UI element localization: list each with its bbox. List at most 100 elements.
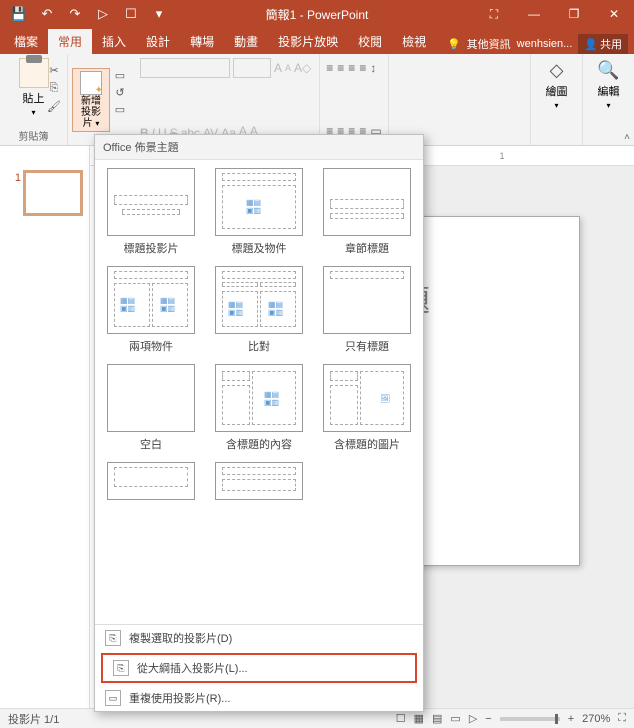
- layout-content-caption[interactable]: ▦▤▣▥ 含標題的內容: [211, 364, 307, 452]
- font-size-combo[interactable]: [233, 58, 271, 78]
- tab-design[interactable]: 設計: [136, 29, 180, 54]
- tab-slideshow[interactable]: 投影片放映: [268, 29, 348, 54]
- clipboard-icon: [19, 58, 49, 88]
- new-slide-button[interactable]: 新增投影片 ▾: [72, 68, 110, 132]
- tab-file[interactable]: 檔案: [4, 29, 48, 54]
- reading-view-button[interactable]: ▭: [450, 712, 460, 725]
- layout-title-content[interactable]: ▦▤▣▥ 標題及物件: [211, 168, 307, 256]
- increase-font-button[interactable]: A: [274, 61, 282, 75]
- tab-insert[interactable]: 插入: [92, 29, 136, 54]
- layout-label: 章節標題: [345, 240, 389, 256]
- restore-button[interactable]: ❐: [554, 0, 594, 28]
- format-painter-button[interactable]: 🖌: [46, 98, 62, 114]
- layout-title-slide[interactable]: 標題投影片: [103, 168, 199, 256]
- layout-label: 標題投影片: [124, 240, 179, 256]
- quick-access-toolbar: 💾 ↶ ↷ ▷ ☐ ▾: [0, 2, 172, 26]
- reuse-icon: ▭: [105, 690, 121, 706]
- normal-view-button[interactable]: ▦: [414, 712, 424, 725]
- new-slide-gallery: Office 佈景主題 標題投影片 ▦▤▣▥ 標題及物件 章節標題: [94, 134, 424, 712]
- ruler-mark: 1: [499, 151, 504, 161]
- ribbon-display-options-button[interactable]: ⛶: [474, 0, 514, 28]
- layout-section-header[interactable]: 章節標題: [319, 168, 415, 256]
- text-direction-button[interactable]: ↕: [370, 61, 376, 75]
- bullets-button[interactable]: ≡: [326, 61, 333, 75]
- layout-label: 含標題的內容: [226, 436, 292, 452]
- slide-thumbnail-1[interactable]: 1: [0, 172, 89, 214]
- notes-button[interactable]: ☐: [396, 712, 406, 725]
- new-slide-label1: 新增: [81, 96, 101, 107]
- font-name-combo[interactable]: [140, 58, 230, 78]
- find-icon[interactable]: 🔍: [597, 60, 619, 81]
- zoom-level[interactable]: 270%: [582, 713, 610, 725]
- fit-to-window-button[interactable]: ⛶: [618, 712, 626, 725]
- tab-transitions[interactable]: 轉場: [180, 29, 224, 54]
- increase-indent-button[interactable]: ≡: [359, 61, 366, 75]
- duplicate-slides-command[interactable]: ⎘ 複製選取的投影片(D): [95, 625, 423, 651]
- shapes-icon[interactable]: ◇: [550, 60, 564, 81]
- decrease-font-button[interactable]: A: [285, 63, 291, 73]
- status-right: ☐ ▦ ▤ ▭ ▷ − + 270% ⛶: [396, 712, 626, 725]
- zoom-slider[interactable]: [500, 717, 560, 721]
- tab-review[interactable]: 校閱: [348, 29, 392, 54]
- chevron-down-icon: ▾: [95, 119, 99, 128]
- share-button[interactable]: 👤共用: [578, 34, 628, 54]
- layout-blank[interactable]: 空白: [103, 364, 199, 452]
- tab-home[interactable]: 常用: [48, 29, 92, 54]
- gallery-header: Office 佈景主題: [95, 135, 423, 160]
- duplicate-label: 複製選取的投影片(D): [129, 630, 232, 646]
- numbering-button[interactable]: ≡: [337, 61, 344, 75]
- layout-button[interactable]: ▭: [112, 68, 128, 84]
- zoom-in-button[interactable]: +: [568, 713, 574, 725]
- chevron-down-icon: ▾: [31, 108, 35, 117]
- slide-thumbnail-panel: 1: [0, 146, 90, 708]
- tell-me-label[interactable]: 其他資訊: [467, 36, 511, 52]
- share-icon: 👤: [584, 38, 598, 51]
- redo-button[interactable]: ↷: [62, 2, 88, 26]
- layout-label: 空白: [140, 436, 162, 452]
- qat-customize-icon[interactable]: ▾: [146, 2, 172, 26]
- reuse-slides-command[interactable]: ▭ 重複使用投影片(R)...: [95, 685, 423, 711]
- collapse-ribbon-button[interactable]: ˄: [624, 132, 630, 143]
- start-slideshow-button[interactable]: ▷: [90, 2, 116, 26]
- clipboard-side: ✂ ⎘ 🖌: [46, 62, 62, 114]
- tab-animations[interactable]: 動畫: [224, 29, 268, 54]
- undo-button[interactable]: ↶: [34, 2, 60, 26]
- clear-format-button[interactable]: A◇: [294, 61, 311, 75]
- copy-button[interactable]: ⎘: [46, 80, 62, 96]
- window-controls: ⛶ — ❐ ✕: [474, 0, 634, 28]
- minimize-button[interactable]: —: [514, 0, 554, 28]
- layout-title-only[interactable]: 只有標題: [319, 266, 415, 354]
- save-button[interactable]: 💾: [6, 2, 32, 26]
- from-outline-label: 從大綱插入投影片(L)...: [137, 660, 248, 676]
- layout-label: 兩項物件: [129, 338, 173, 354]
- layout-extra-1[interactable]: [103, 462, 199, 500]
- slideshow-view-button[interactable]: ▷: [469, 712, 477, 725]
- decrease-indent-button[interactable]: ≡: [348, 61, 355, 75]
- touch-mode-button[interactable]: ☐: [118, 2, 144, 26]
- layout-comparison[interactable]: ▦▤▣▥ ▦▤▣▥ 比對: [211, 266, 307, 354]
- clipboard-group-label: 剪貼簿: [6, 126, 61, 143]
- editing-label[interactable]: 編輯: [598, 83, 620, 99]
- reset-button[interactable]: ↺: [112, 85, 128, 101]
- tab-view[interactable]: 檢視: [392, 29, 436, 54]
- sorter-view-button[interactable]: ▤: [432, 712, 442, 725]
- new-slide-icon: [80, 71, 102, 95]
- zoom-out-button[interactable]: −: [485, 713, 491, 725]
- tell-me-icon[interactable]: 💡: [447, 38, 461, 51]
- duplicate-icon: ⎘: [105, 630, 121, 646]
- layout-picture-caption[interactable]: 🖼 含標題的圖片: [319, 364, 415, 452]
- cut-button[interactable]: ✂: [46, 62, 62, 78]
- layout-extra-2[interactable]: [211, 462, 307, 500]
- ribbon: 貼上 ▾ ✂ ⎘ 🖌 剪貼簿 新增投影片 ▾ ▭ ↺ ▭ A A: [0, 54, 634, 146]
- section-button[interactable]: ▭: [112, 102, 128, 118]
- layout-label: 只有標題: [345, 338, 389, 354]
- layout-two-content[interactable]: ▦▤▣▥ ▦▤▣▥ 兩項物件: [103, 266, 199, 354]
- slides-from-outline-command[interactable]: ⎘ 從大綱插入投影片(L)...: [101, 653, 417, 683]
- user-account[interactable]: wenhsien...: [517, 38, 573, 50]
- share-label: 共用: [600, 36, 622, 52]
- drawing-group: ◇ 繪圖 ▾: [530, 54, 582, 145]
- slide-thumbnail-preview: [25, 172, 81, 214]
- close-button[interactable]: ✕: [594, 0, 634, 28]
- drawing-label[interactable]: 繪圖: [546, 83, 568, 99]
- chevron-down-icon: ▾: [606, 101, 610, 110]
